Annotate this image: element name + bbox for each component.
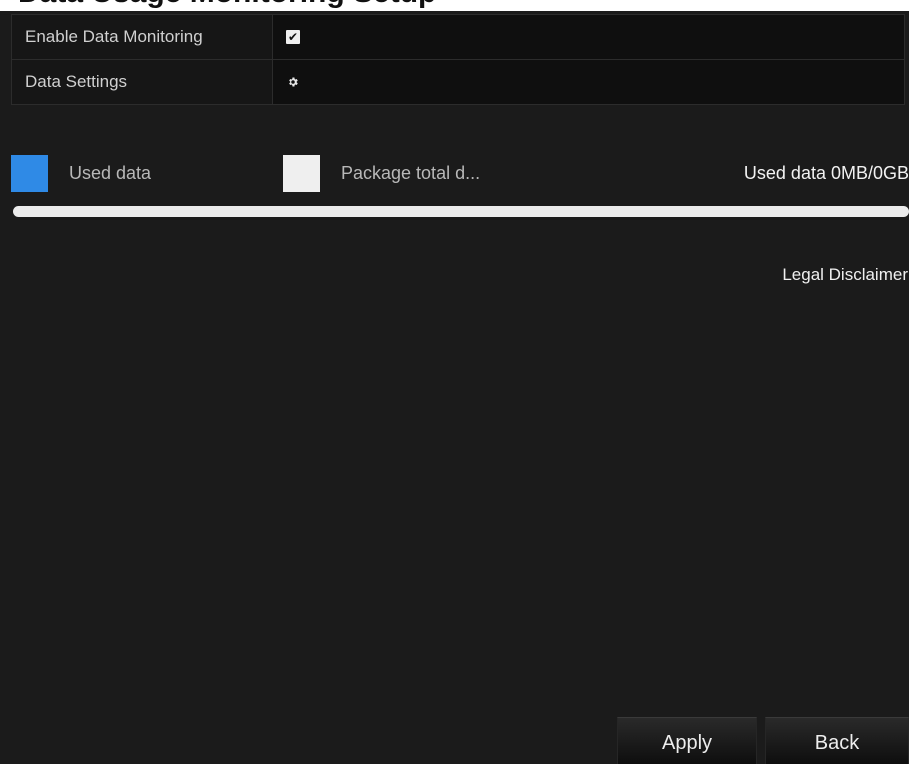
- apply-button[interactable]: Apply: [617, 717, 757, 764]
- usage-legend: Used data Package total d... Used data 0…: [11, 155, 909, 193]
- settings-table: Enable Data Monitoring ✔ Data Settings: [11, 14, 905, 105]
- data-settings-label: Data Settings: [12, 60, 273, 104]
- package-total-legend-label: Package total d...: [341, 163, 481, 183]
- enable-monitoring-value: ✔: [273, 15, 904, 59]
- data-settings-value: [273, 60, 904, 104]
- usage-progress-bar: [13, 206, 909, 217]
- legal-disclaimer-link[interactable]: Legal Disclaimer: [782, 265, 908, 285]
- usage-summary: Used data 0MB/0GB: [743, 163, 909, 183]
- setting-row-enable-monitoring: Enable Data Monitoring ✔: [12, 15, 904, 60]
- setting-row-data-settings: Data Settings: [12, 60, 904, 104]
- package-total-swatch: [283, 155, 320, 192]
- used-data-legend-label: Used data: [69, 163, 152, 183]
- back-button[interactable]: Back: [765, 717, 909, 764]
- enable-monitoring-checkbox[interactable]: ✔: [286, 30, 300, 44]
- used-data-swatch: [11, 155, 48, 192]
- data-settings-button[interactable]: [286, 75, 300, 89]
- enable-monitoring-label: Enable Data Monitoring: [12, 15, 273, 59]
- gear-icon: [289, 77, 298, 87]
- page-title: Data Usage Monitoring Setup: [18, 0, 436, 10]
- title-bar: Data Usage Monitoring Setup: [0, 0, 909, 11]
